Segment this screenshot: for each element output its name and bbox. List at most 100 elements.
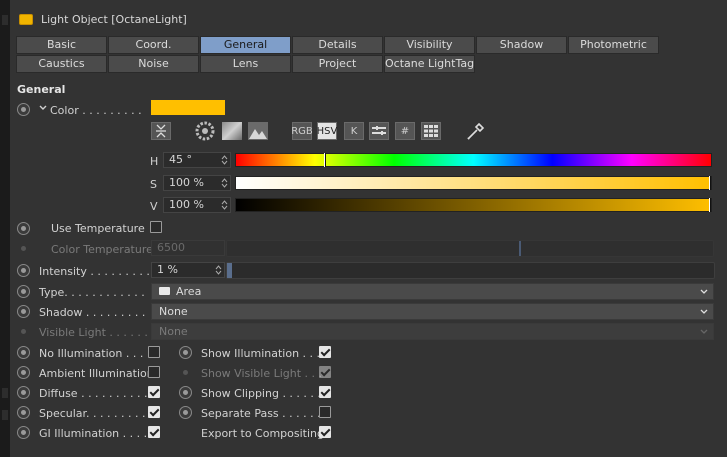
intensity-label: Intensity . . . . . . . . . xyxy=(39,265,150,278)
tab-noise[interactable]: Noise xyxy=(108,55,199,73)
mixer-icon[interactable] xyxy=(369,122,389,140)
tab-lens[interactable]: Lens xyxy=(200,55,291,73)
hex-mode-button[interactable]: # xyxy=(395,122,415,140)
rgb-mode-button[interactable]: RGB xyxy=(291,122,313,140)
tab-row-2: Caustics Noise Lens Project Octane LightTag xyxy=(16,55,476,73)
tab-visibility[interactable]: Visibility xyxy=(384,36,475,54)
shadow-dropdown[interactable]: None xyxy=(151,303,714,320)
tab-shadow[interactable]: Shadow xyxy=(476,36,567,54)
value-slider[interactable] xyxy=(235,198,712,212)
option-checkbox[interactable] xyxy=(319,406,331,418)
tab-general[interactable]: General xyxy=(200,36,291,54)
color-swatch[interactable] xyxy=(151,100,225,115)
kelvin-mode-button[interactable]: K xyxy=(344,122,364,140)
option-checkbox[interactable] xyxy=(319,386,331,398)
tab-coord[interactable]: Coord. xyxy=(108,36,199,54)
option-label: Separate Pass . . . . . . xyxy=(201,407,321,420)
tab-photometric[interactable]: Photometric xyxy=(568,36,659,54)
visible-light-dropdown: None xyxy=(151,323,714,340)
spin-arrows-icon[interactable] xyxy=(221,200,228,210)
edge-mark xyxy=(2,388,8,398)
tab-octane-lighttag[interactable]: Octane LightTag xyxy=(384,55,475,73)
intensity-animate-dot[interactable] xyxy=(17,264,30,277)
option-checkbox[interactable] xyxy=(148,346,160,358)
chevron-down-icon[interactable] xyxy=(700,289,708,295)
option-label: Specular. . . . . . . . . . xyxy=(39,407,153,420)
object-title-bar: Light Object [OctaneLight] xyxy=(10,8,727,32)
option-animate-dot[interactable] xyxy=(179,406,192,419)
option-label: No Illumination . . . . xyxy=(39,347,151,360)
collapse-arrows-icon[interactable] xyxy=(151,122,171,140)
option-animate-dot[interactable] xyxy=(179,346,192,359)
intensity-slider[interactable] xyxy=(226,262,715,279)
shadow-animate-dot[interactable] xyxy=(17,305,30,318)
option-checkbox[interactable] xyxy=(148,406,160,418)
hue-slider-knob[interactable] xyxy=(324,153,326,167)
saturation-input[interactable]: 100 % xyxy=(163,175,231,191)
option-checkbox xyxy=(319,366,331,378)
option-animate-dot[interactable] xyxy=(17,426,30,439)
eyedropper-icon[interactable] xyxy=(465,122,487,140)
option-label: GI Illumination . . . . xyxy=(39,427,148,440)
spin-arrows-icon[interactable] xyxy=(215,265,222,275)
saturation-slider[interactable] xyxy=(235,176,712,190)
type-value: Area xyxy=(176,285,202,298)
use-temperature-animate-dot[interactable] xyxy=(17,222,30,235)
use-temperature-label: Use Temperature xyxy=(51,222,145,235)
hue-input[interactable]: 45 ° xyxy=(163,152,231,168)
color-label: Color . . . . . . . . . xyxy=(50,104,142,117)
option-animate-dot[interactable] xyxy=(17,386,30,399)
value-input[interactable]: 100 % xyxy=(163,197,231,213)
hsv-mode-button[interactable]: HSV xyxy=(317,122,337,140)
option-checkbox[interactable] xyxy=(148,386,160,398)
hue-slider[interactable] xyxy=(235,153,712,167)
tab-project[interactable]: Project xyxy=(292,55,383,73)
swatches-grid-icon[interactable] xyxy=(421,122,441,140)
option-animate-dot[interactable] xyxy=(17,406,30,419)
spin-arrows-icon[interactable] xyxy=(221,178,228,188)
tab-basic[interactable]: Basic xyxy=(16,36,107,54)
use-temperature-checkbox[interactable] xyxy=(150,221,162,233)
value-label: V xyxy=(150,200,158,213)
option-animate-dot[interactable] xyxy=(179,386,192,399)
option-animate-dot[interactable] xyxy=(17,366,30,379)
shadow-value: None xyxy=(159,305,188,318)
value-slider-knob[interactable] xyxy=(709,198,711,212)
tab-caustics[interactable]: Caustics xyxy=(16,55,107,73)
option-animate-dot[interactable] xyxy=(17,346,30,359)
option-label: Show Clipping . . . . . . xyxy=(201,387,321,400)
color-temperature-animate-dot xyxy=(21,246,26,251)
tab-row-1: Basic Coord. General Details Visibility Shado… xyxy=(16,36,660,54)
chevron-down-icon[interactable] xyxy=(39,104,47,112)
color-animate-dot[interactable] xyxy=(17,103,30,116)
option-animate-dot xyxy=(183,370,188,375)
spin-arrows-icon[interactable] xyxy=(221,155,228,165)
option-checkbox[interactable] xyxy=(319,346,331,358)
option-checkbox[interactable] xyxy=(319,426,331,438)
color-temperature-slider xyxy=(226,240,714,257)
saturation-slider-knob[interactable] xyxy=(709,176,711,190)
spectrum-icon[interactable] xyxy=(221,122,242,140)
intensity-input[interactable]: 1 % xyxy=(151,262,225,278)
intensity-value: 1 % xyxy=(157,263,178,276)
color-temperature-label: Color Temperature xyxy=(51,243,153,256)
chevron-down-icon xyxy=(700,329,708,334)
color-temperature-input: 6500 xyxy=(151,240,225,256)
light-object-icon xyxy=(19,14,33,25)
option-checkbox[interactable] xyxy=(148,366,160,378)
section-title: General xyxy=(17,83,66,96)
color-wheel-icon[interactable] xyxy=(194,121,216,141)
saturation-label: S xyxy=(150,178,157,191)
attribute-manager: Light Object [OctaneLight] Basic Coord. Ge… xyxy=(10,0,727,457)
hue-label: H xyxy=(150,155,159,168)
chevron-down-icon[interactable] xyxy=(700,309,708,315)
type-animate-dot[interactable] xyxy=(17,285,30,298)
type-label: Type. . . . . . . . . . . . xyxy=(39,286,145,299)
image-picker-icon[interactable] xyxy=(247,122,268,140)
area-light-icon xyxy=(159,287,170,295)
option-checkbox[interactable] xyxy=(148,426,160,438)
object-title: Light Object [OctaneLight] xyxy=(41,13,187,26)
tab-details[interactable]: Details xyxy=(292,36,383,54)
color-temperature-value: 6500 xyxy=(157,241,185,254)
type-dropdown[interactable]: Area xyxy=(151,283,714,300)
